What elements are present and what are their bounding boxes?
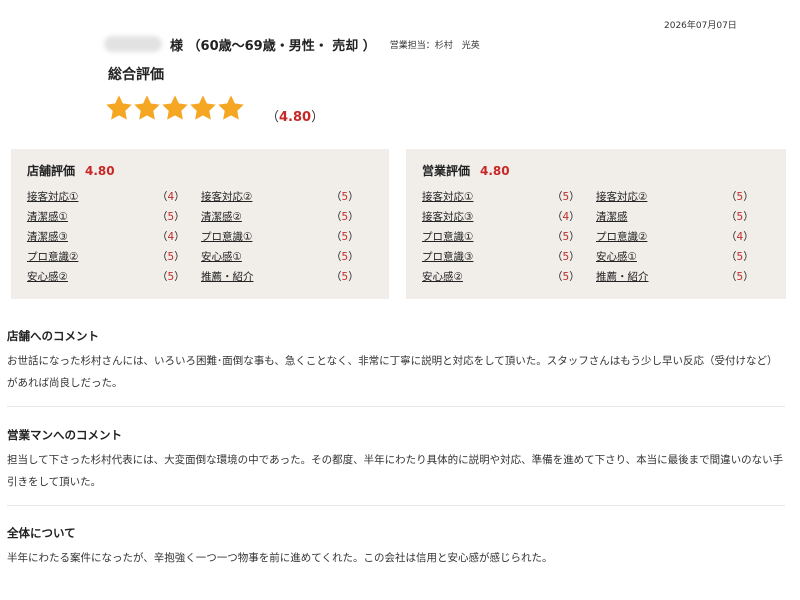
rating-item-score: （5） xyxy=(552,191,580,203)
rating-item-score: （4） xyxy=(726,231,754,243)
rating-item-link[interactable]: 接客対応② xyxy=(201,189,331,205)
rating-item-link[interactable]: 推薦・紹介 xyxy=(201,269,331,285)
sales-comment-text: 担当して下さった杉村代表には、大変面倒な環境の中であった。その都度、半年にわたり… xyxy=(7,454,784,488)
rating-item-link[interactable]: 清潔感③ xyxy=(27,229,157,245)
overall-star-rating xyxy=(105,94,245,122)
rating-item-score: （4） xyxy=(552,211,580,223)
store-rating-score: 4.80 xyxy=(85,164,115,178)
rating-item-link[interactable]: プロ意識② xyxy=(596,229,726,245)
rating-item-score: （5） xyxy=(726,271,754,283)
rating-item-score: （5） xyxy=(726,251,754,263)
sales-rating-title: 営業評価 xyxy=(422,164,471,178)
section-divider xyxy=(7,406,785,407)
overall-comment-text: 半年にわたる案件になったが、辛抱強く一つ一つ物事を前に進めてくれた。この会社は信… xyxy=(7,552,553,564)
sales-comment-title: 営業マンへのコメント xyxy=(7,428,122,442)
rating-item-score: （5） xyxy=(157,251,185,263)
rating-item-score: （5） xyxy=(157,211,185,223)
star-icon xyxy=(134,95,160,120)
star-icon xyxy=(218,95,244,120)
sales-rating-heading: 営業評価 4.80 xyxy=(422,162,772,179)
rating-item-link[interactable]: 接客対応① xyxy=(422,189,552,205)
rating-item-link[interactable]: プロ意識③ xyxy=(422,249,552,265)
sales-rating-items: 接客対応① （5） 接客対応② （5） 接客対応③ （4） 清潔感 （5） プロ意識① （5） プロ… xyxy=(422,189,772,285)
rating-item-link[interactable]: 清潔感 xyxy=(596,209,726,225)
store-comment-section: 店舗へのコメント お世話になった杉村さんには、いろいろ困難･面倒な事も、急くこと… xyxy=(7,328,787,394)
sales-staff: 営業担当：杉村 光英 xyxy=(389,40,480,51)
store-rating-items: 接客対応① （4） 接客対応② （5） 清潔感① （5） 清潔感② （5） 清潔感③ （4） プロ意… xyxy=(27,189,375,285)
overall-comment-title: 全体について xyxy=(7,526,76,540)
rating-item-score: （5） xyxy=(331,211,359,223)
sales-comment-section: 営業マンへのコメント 担当して下さった杉村代表には、大変面倒な環境の中であった。… xyxy=(7,427,787,493)
overall-score: （4.80） xyxy=(266,110,325,125)
rating-item-link[interactable]: 安心感② xyxy=(422,269,552,285)
rating-item-link[interactable]: 接客対応① xyxy=(27,189,157,205)
rating-item-link[interactable]: 接客対応② xyxy=(596,189,726,205)
store-rating-panel: 店舗評価 4.80 接客対応① （4） 接客対応② （5） 清潔感① （5） 清潔感② （5）清… xyxy=(11,149,389,299)
store-comment-text: お世話になった杉村さんには、いろいろ困難･面倒な事も、急くことなく、非常に丁寧に… xyxy=(7,355,778,389)
rating-item-link[interactable]: 安心感① xyxy=(201,249,331,265)
star-icon xyxy=(190,95,216,120)
rating-item-link[interactable]: 推薦・紹介 xyxy=(596,269,726,285)
rating-item-link[interactable]: 安心感① xyxy=(596,249,726,265)
rating-item-link[interactable]: 清潔感② xyxy=(201,209,331,225)
sales-rating-panel: 営業評価 4.80 接客対応① （5） 接客対応② （5） 接客対応③ （4） 清潔感 （5）プ… xyxy=(406,149,786,299)
review-date: 2026年07月07日 xyxy=(664,21,737,31)
store-comment-title: 店舗へのコメント xyxy=(7,329,99,343)
rating-item-score: （5） xyxy=(552,231,580,243)
rating-item-score: （5） xyxy=(552,251,580,263)
rating-item-score: （5） xyxy=(331,271,359,283)
rating-item-link[interactable]: 安心感② xyxy=(27,269,157,285)
customer-info: 様 （60歳〜69歳・男性・ 売却 ） xyxy=(170,38,376,54)
rating-item-score: （4） xyxy=(157,231,185,243)
rating-item-score: （5） xyxy=(331,191,359,203)
overall-comment-section: 全体について 半年にわたる案件になったが、辛抱強く一つ一つ物事を前に進めてくれた… xyxy=(7,525,787,569)
store-rating-title: 店舗評価 xyxy=(27,164,76,178)
customer-name-redacted xyxy=(104,36,162,52)
star-icon xyxy=(106,95,132,120)
section-divider xyxy=(7,505,785,506)
rating-item-link[interactable]: プロ意識① xyxy=(201,229,331,245)
rating-item-score: （5） xyxy=(552,271,580,283)
rating-item-link[interactable]: プロ意識② xyxy=(27,249,157,265)
rating-item-score: （5） xyxy=(157,271,185,283)
rating-item-score: （5） xyxy=(726,191,754,203)
rating-item-link[interactable]: 清潔感① xyxy=(27,209,157,225)
overall-rating-title: 総合評価 xyxy=(108,67,164,83)
store-rating-heading: 店舗評価 4.80 xyxy=(27,162,375,179)
overall-score-value: 4.80 xyxy=(279,110,312,125)
rating-item-link[interactable]: プロ意識① xyxy=(422,229,552,245)
rating-item-link[interactable]: 接客対応③ xyxy=(422,209,552,225)
rating-item-score: （5） xyxy=(331,251,359,263)
star-icon xyxy=(162,95,188,120)
rating-item-score: （4） xyxy=(157,191,185,203)
rating-item-score: （5） xyxy=(331,231,359,243)
rating-item-score: （5） xyxy=(726,211,754,223)
sales-rating-score: 4.80 xyxy=(480,164,510,178)
review-header: 様 （60歳〜69歳・男性・ 売却 ） 営業担当：杉村 光英 xyxy=(104,34,480,54)
